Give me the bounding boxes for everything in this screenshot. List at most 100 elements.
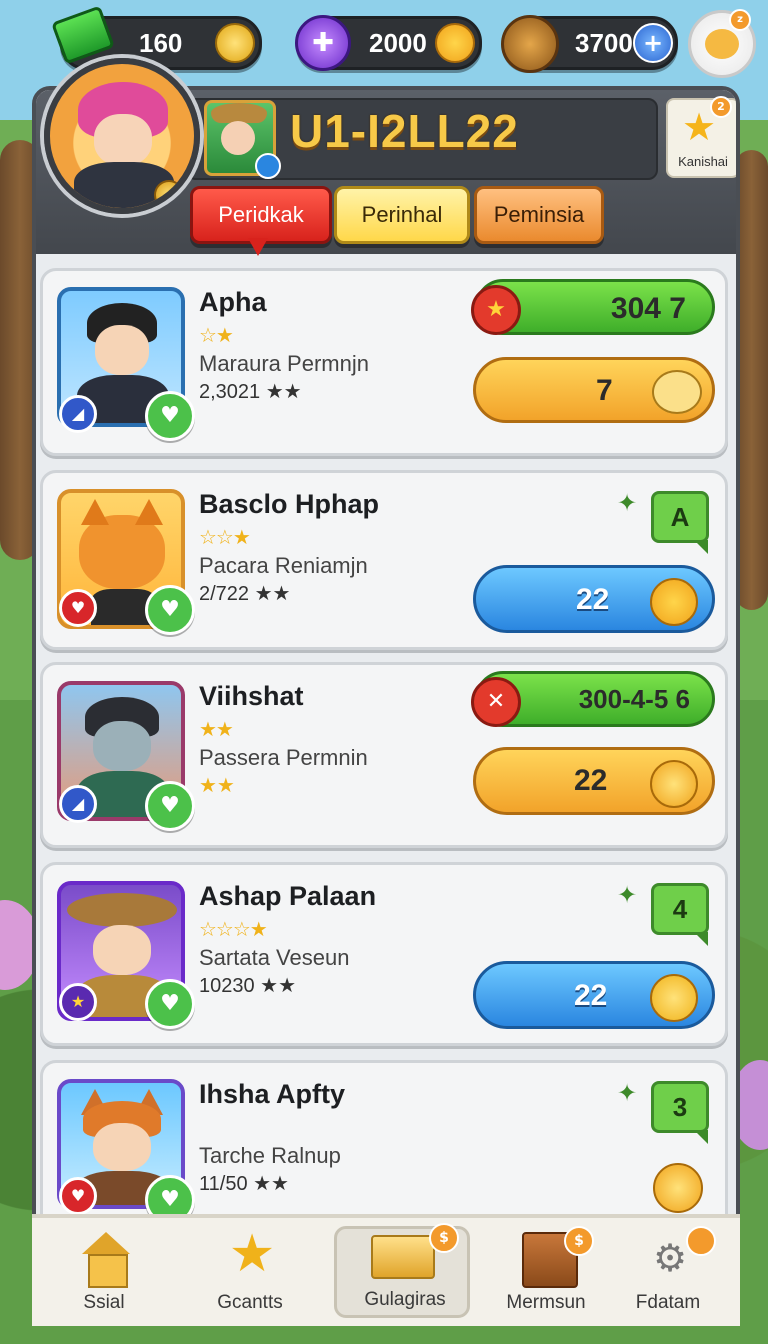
red-heart-badge: ♥ <box>59 1177 97 1215</box>
nav-label: Mermsun <box>506 1292 586 1313</box>
like-heart-icon[interactable]: ♥ <box>145 391 195 441</box>
sparkle-icon: ✦ <box>617 489 638 517</box>
sun-coin-icon <box>435 23 475 63</box>
player-meta: 10230 ★★ <box>199 975 297 997</box>
player-subtitle: Sartata Veseun <box>199 945 350 970</box>
crossed-swords-icon: ✕ <box>471 677 521 727</box>
cowboy-hat-icon <box>67 893 177 927</box>
nav-label: Fdatam <box>635 1292 701 1313</box>
player-name: Ashap Palaan <box>199 881 377 911</box>
like-heart-icon[interactable]: ♥ <box>145 781 195 831</box>
player-avatar[interactable] <box>44 58 200 214</box>
player-meta: 11/50 ★★ <box>199 1173 289 1195</box>
page-title: U1-I2LL22 <box>290 105 519 157</box>
player-meta: 2/722 ★★ <box>199 583 291 605</box>
wood-value: 3700 <box>575 28 633 58</box>
envelope-icon <box>371 1235 435 1279</box>
star-rating: ★★ <box>199 717 234 741</box>
mini-avatar[interactable] <box>204 100 281 179</box>
favorite-button[interactable]: ★ 2 Kanishai <box>666 96 736 178</box>
notification-dot: $ <box>429 1223 459 1253</box>
sun-coin-icon <box>650 974 698 1022</box>
favorite-label: Kanishai <box>678 154 728 169</box>
red-star-badge-icon: ★ <box>471 285 521 335</box>
star-rating: ☆☆☆★ <box>199 917 268 941</box>
player-card-3[interactable]: ◢ ♥ Viihshat ★★ Passera Permnin ★★ 300-4… <box>40 662 728 848</box>
notification-dot: $ <box>564 1226 594 1256</box>
sun-coin-icon <box>650 578 698 626</box>
coin-pill[interactable]: 22 <box>473 565 715 633</box>
star-rating: ☆★ <box>199 323 234 347</box>
tab-pointer <box>248 238 268 256</box>
gem-value: 2000 <box>369 28 427 58</box>
fox-ears-icon <box>81 499 109 525</box>
gem-counter[interactable]: ✚ 2000 <box>295 15 482 71</box>
notification-dot <box>686 1226 716 1256</box>
nav-mermsun[interactable]: $ Mermsun <box>478 1218 614 1326</box>
nav-ssial[interactable]: Ssial <box>36 1218 172 1326</box>
bear-face-icon <box>705 29 739 59</box>
nav-fdatam[interactable]: ⚙ Fdatam <box>600 1218 736 1326</box>
player-meta: 2,3021 ★★ <box>199 381 302 403</box>
player-subtitle: Maraura Permnjn <box>199 351 369 376</box>
cash-counter[interactable]: 160 <box>51 5 262 70</box>
favorite-badge: 2 <box>710 96 732 118</box>
rank-badge: 3 <box>651 1081 709 1144</box>
house-icon <box>80 1232 132 1288</box>
add-wood-icon[interactable]: + <box>633 23 673 63</box>
cash-value: 160 <box>139 28 183 58</box>
blue-badge-icon <box>255 153 281 179</box>
tab-perinhal[interactable]: Perinhal <box>334 186 470 244</box>
face-icon <box>95 325 149 375</box>
nav-label: Gcantts <box>217 1292 283 1313</box>
player-subtitle: Passera Permnin <box>199 745 368 770</box>
rank-badge: A <box>651 491 709 554</box>
player-subtitle: Tarche Ralnup <box>199 1143 341 1168</box>
coin-pill[interactable]: 7 <box>473 357 715 423</box>
face-icon <box>221 121 255 155</box>
wood-counter[interactable]: 3700 + <box>501 15 678 73</box>
coin-value: 22 <box>576 583 610 616</box>
wood-log-icon <box>501 15 559 73</box>
rank-badge: 4 <box>651 883 709 946</box>
score-value: 300-4-5 6 <box>578 684 690 714</box>
player-name: Ihsha Apfty <box>199 1079 346 1109</box>
like-heart-icon[interactable]: ♥ <box>145 585 195 635</box>
coin-value: 22 <box>574 979 608 1012</box>
sun-coin-icon <box>653 1163 703 1213</box>
notification-dot: z <box>729 9 751 31</box>
blue-rank-badge: ◢ <box>59 395 97 433</box>
level-coin-icon <box>154 180 184 208</box>
player-name: Viihshat <box>199 681 304 711</box>
face-icon <box>93 721 151 771</box>
blue-rank-badge: ◢ <box>59 785 97 823</box>
star-icon: ★ <box>228 1224 276 1284</box>
player-name: Apha <box>199 287 267 317</box>
player-subtitle: Pacara Reniamjn <box>199 553 368 578</box>
nav-gcantts[interactable]: ★ Gcantts <box>182 1218 318 1326</box>
gold-star-badge: ★ <box>59 983 97 1021</box>
player-card-2[interactable]: ♥ ♥ Basclo Hphap ☆☆★ Pacara Reniamjn 2/7… <box>40 470 728 650</box>
coin-value: 7 <box>596 374 613 407</box>
player-card-5[interactable]: ♥ ♥ Ihsha Apfty Tarche Ralnup 11/50 ★★ ✦… <box>40 1060 728 1225</box>
score-value: 304 7 <box>610 292 686 325</box>
coin-pill[interactable]: 22 <box>473 961 715 1029</box>
bottom-nav: Ssial ★ Gcantts $ Gulagiras $ Mermsun ⚙ … <box>32 1214 740 1326</box>
star-rating: ☆☆★ <box>199 525 251 549</box>
purple-gem-icon: ✚ <box>295 15 351 71</box>
face-icon <box>93 925 151 975</box>
fox-ears-icon <box>135 499 163 525</box>
player-name: Basclo Hphap <box>199 489 380 519</box>
tab-peridkak[interactable]: Peridkak <box>190 186 332 244</box>
like-heart-icon[interactable]: ♥ <box>145 979 195 1029</box>
mascot-bear-icon[interactable]: z <box>688 9 756 78</box>
nav-gulagiras[interactable]: $ Gulagiras <box>334 1223 470 1318</box>
coin-bag-icon <box>652 370 702 414</box>
tab-peminsia[interactable]: Peminsia <box>474 186 604 244</box>
player-card-1[interactable]: ◢ ♥ Apha ☆★ Maraura Permnjn 2,3021 ★★ 30… <box>40 268 728 456</box>
face-icon <box>94 114 152 166</box>
coin-pill[interactable]: 22 <box>473 747 715 815</box>
player-card-4[interactable]: ★ ♥ Ashap Palaan ☆☆☆★ Sartata Veseun 102… <box>40 862 728 1046</box>
sparkle-icon: ✦ <box>617 881 638 909</box>
nav-label: Ssial <box>83 1292 125 1313</box>
